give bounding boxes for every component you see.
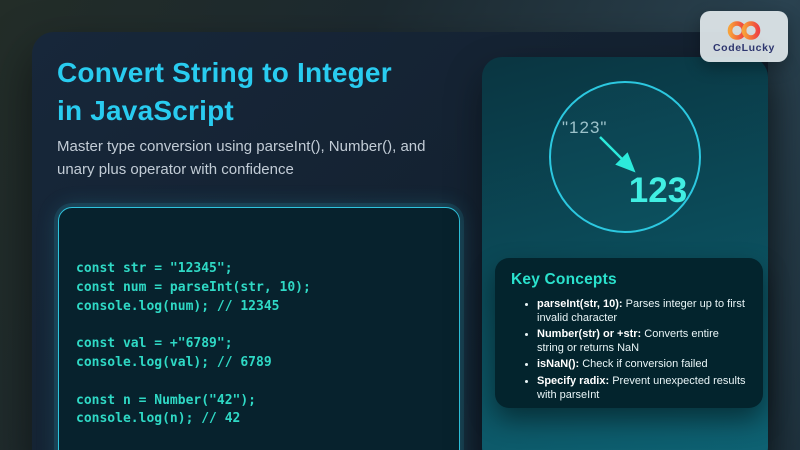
concept-term: Specify radix: <box>537 375 609 387</box>
concept-item: isNaN(): Check if conversion failed <box>537 358 747 372</box>
concept-desc: Check if conversion failed <box>582 358 707 370</box>
concept-item: parseInt(str, 10): Parses integer up to … <box>537 298 747 325</box>
output-integer-label: 123 <box>629 171 687 210</box>
page-title-line1: Convert String to Integer <box>57 54 477 92</box>
concept-term: Number(str) or +str: <box>537 328 641 340</box>
code-text: const str = "12345"; const num = parseIn… <box>76 260 443 429</box>
key-concepts-list: parseInt(str, 10): Parses integer up to … <box>511 298 747 402</box>
page-subtitle: Master type conversion using parseInt(),… <box>57 135 465 181</box>
page-title: Convert String to Integer in JavaScript <box>57 54 477 130</box>
illustration-panel: "123" 123 Key Concepts parseInt(str, 10)… <box>482 57 768 450</box>
concept-item: Specify radix: Prevent unexpected result… <box>537 375 747 402</box>
codelucky-logo: CodeLucky <box>700 11 788 62</box>
infinity-icon <box>722 20 766 41</box>
page-title-line2: in JavaScript <box>57 92 477 130</box>
concept-term: parseInt(str, 10): <box>537 298 623 310</box>
key-concepts-panel: Key Concepts parseInt(str, 10): Parses i… <box>495 258 763 408</box>
key-concepts-title: Key Concepts <box>511 271 747 289</box>
concept-item: Number(str) or +str: Converts entire str… <box>537 328 747 355</box>
logo-text: CodeLucky <box>713 42 775 54</box>
input-string-label: "123" <box>562 118 607 137</box>
conversion-diagram: "123" 123 <box>482 57 768 257</box>
code-block: const str = "12345"; const num = parseIn… <box>58 207 460 450</box>
page-background: Convert String to Integer in JavaScript … <box>0 0 800 450</box>
concept-term: isNaN(): <box>537 358 579 370</box>
